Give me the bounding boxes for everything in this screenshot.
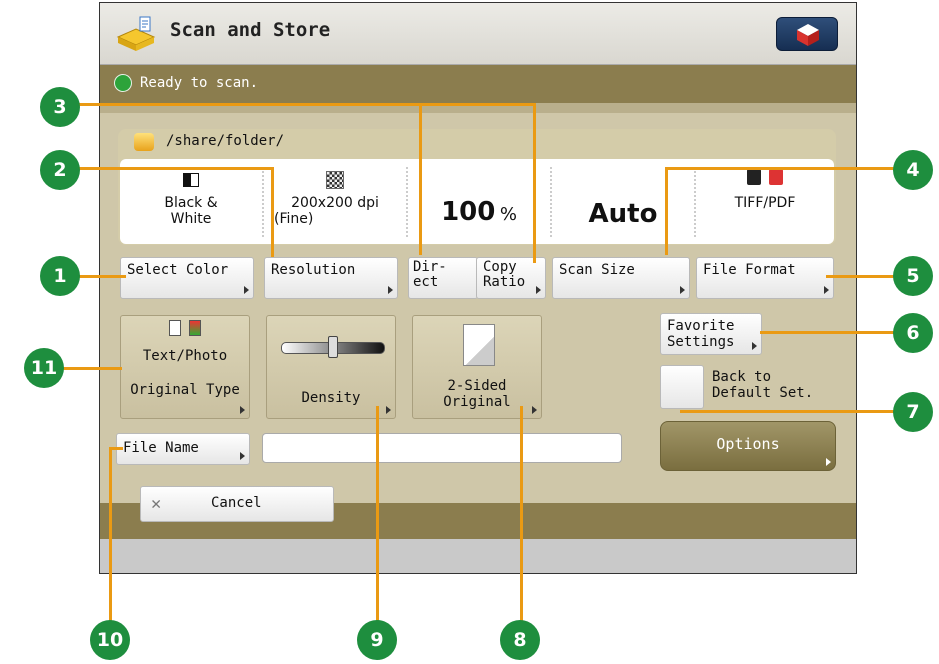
callout-5: 5 xyxy=(893,256,933,296)
path-bar: /share/folder/ xyxy=(118,129,836,157)
callout-line-3a xyxy=(419,103,422,255)
status-bar: Ready to scan. xyxy=(100,65,856,103)
callout-line-10 xyxy=(109,447,112,627)
callout-8: 8 xyxy=(500,620,540,660)
color-value-line2: White xyxy=(170,211,212,227)
direct-button[interactable]: Dir- ect xyxy=(408,257,478,299)
settings-summary: Black & White 200x200 dpi (Fine) 100 % A… xyxy=(120,159,834,244)
file-name-button[interactable]: File Name xyxy=(116,433,250,465)
original-type-label: Original Type xyxy=(130,382,240,398)
select-color-button[interactable]: Select Color xyxy=(120,257,254,299)
callout-1: 1 xyxy=(40,256,80,296)
text-photo-icon xyxy=(121,320,249,340)
file-format-button[interactable]: File Format xyxy=(696,257,834,299)
favorite-line2: Settings xyxy=(667,334,735,350)
ratio-value: 100 xyxy=(441,197,496,227)
callout-2: 2 xyxy=(40,150,80,190)
density-button[interactable]: Density xyxy=(266,315,396,419)
select-color-label: Select Color xyxy=(127,262,229,278)
scan-size-value: Auto xyxy=(588,199,658,229)
callout-line-4 xyxy=(665,167,905,170)
callout-7: 7 xyxy=(893,392,933,432)
direct-line1: Dir- xyxy=(413,259,447,275)
scanner-app-icon xyxy=(114,15,158,53)
file-format-summary: TIFF/PDF xyxy=(696,159,834,244)
callout-line-7 xyxy=(680,410,906,413)
callout-line-8 xyxy=(520,406,523,628)
resolution-summary: 200x200 dpi (Fine) xyxy=(264,159,406,244)
resolution-line2: (Fine) xyxy=(274,211,314,227)
file-name-label: File Name xyxy=(123,440,199,456)
home-icon xyxy=(797,24,819,46)
status-text: Ready to scan. xyxy=(140,75,259,91)
tiff-pdf-icon xyxy=(696,169,834,189)
cancel-button[interactable]: ✕ Cancel xyxy=(140,486,334,522)
copy-ratio-button[interactable]: Copy Ratio xyxy=(476,257,546,299)
density-label: Density xyxy=(301,390,361,406)
scan-size-label: Scan Size xyxy=(559,262,635,278)
file-format-value: TIFF/PDF xyxy=(734,195,796,211)
options-label: Options xyxy=(716,435,780,453)
callout-3: 3 xyxy=(40,87,80,127)
back-default-line2: Default Set. xyxy=(712,385,814,401)
bottom-bar xyxy=(100,539,856,573)
callout-6: 6 xyxy=(893,313,933,353)
callout-line-9 xyxy=(376,406,379,628)
callout-10: 10 xyxy=(90,620,130,660)
destination-path: /share/folder/ xyxy=(166,133,285,149)
file-name-field[interactable] xyxy=(262,433,622,463)
resolution-button[interactable]: Resolution xyxy=(264,257,398,299)
home-button[interactable] xyxy=(776,17,838,51)
callout-line-3 xyxy=(56,103,536,106)
ratio-unit: % xyxy=(499,204,517,225)
callout-9: 9 xyxy=(357,620,397,660)
folder-icon xyxy=(134,133,154,151)
two-sided-line1: 2-Sided xyxy=(447,378,507,394)
cancel-label: Cancel xyxy=(211,495,262,511)
resolution-label: Resolution xyxy=(271,262,356,278)
window-title: Scan and Store xyxy=(170,19,331,41)
callout-11: 11 xyxy=(24,348,64,388)
direct-line2: ect xyxy=(413,274,439,290)
original-type-value: Text/Photo xyxy=(142,348,228,364)
back-to-default-button[interactable] xyxy=(660,365,704,409)
callout-line-11 xyxy=(60,367,122,370)
callout-line-2a xyxy=(271,167,274,257)
bw-color-icon xyxy=(183,173,199,187)
file-format-label: File Format xyxy=(703,262,796,278)
callout-line-3b xyxy=(533,103,536,263)
scan-size-button[interactable]: Scan Size xyxy=(552,257,690,299)
checker-resolution-icon xyxy=(326,171,344,189)
cancel-icon: ✕ xyxy=(151,494,162,514)
back-default-line1: Back to xyxy=(712,369,772,385)
screen: Scan and Store Ready to scan. /share/fol… xyxy=(99,2,857,574)
two-sided-original-button[interactable]: 2-Sided Original xyxy=(412,315,542,419)
favorite-line1: Favorite xyxy=(667,318,735,334)
copy-ratio-line1: Copy xyxy=(483,259,517,275)
ready-icon xyxy=(114,74,132,92)
color-summary: Black & White xyxy=(120,159,262,244)
two-sided-icon xyxy=(463,324,495,366)
scan-size-summary: Auto xyxy=(552,159,694,244)
density-slider-icon xyxy=(281,336,385,358)
callout-line-2 xyxy=(56,167,274,170)
callout-line-4a xyxy=(665,167,668,255)
favorite-settings-button[interactable]: Favorite Settings xyxy=(660,313,762,355)
ratio-summary: 100 % xyxy=(408,159,550,244)
back-to-default-label: Back to Default Set. xyxy=(712,369,813,401)
callout-4: 4 xyxy=(893,150,933,190)
resolution-line1: 200x200 dpi xyxy=(291,195,379,211)
title-bar: Scan and Store xyxy=(100,3,856,65)
original-type-button[interactable]: Text/Photo Original Type xyxy=(120,315,250,419)
callout-line-6 xyxy=(760,331,906,334)
callout-line-10a xyxy=(109,447,123,450)
copy-ratio-line2: Ratio xyxy=(483,274,526,290)
options-button[interactable]: Options xyxy=(660,421,836,471)
color-value-line1: Black & xyxy=(164,195,218,211)
